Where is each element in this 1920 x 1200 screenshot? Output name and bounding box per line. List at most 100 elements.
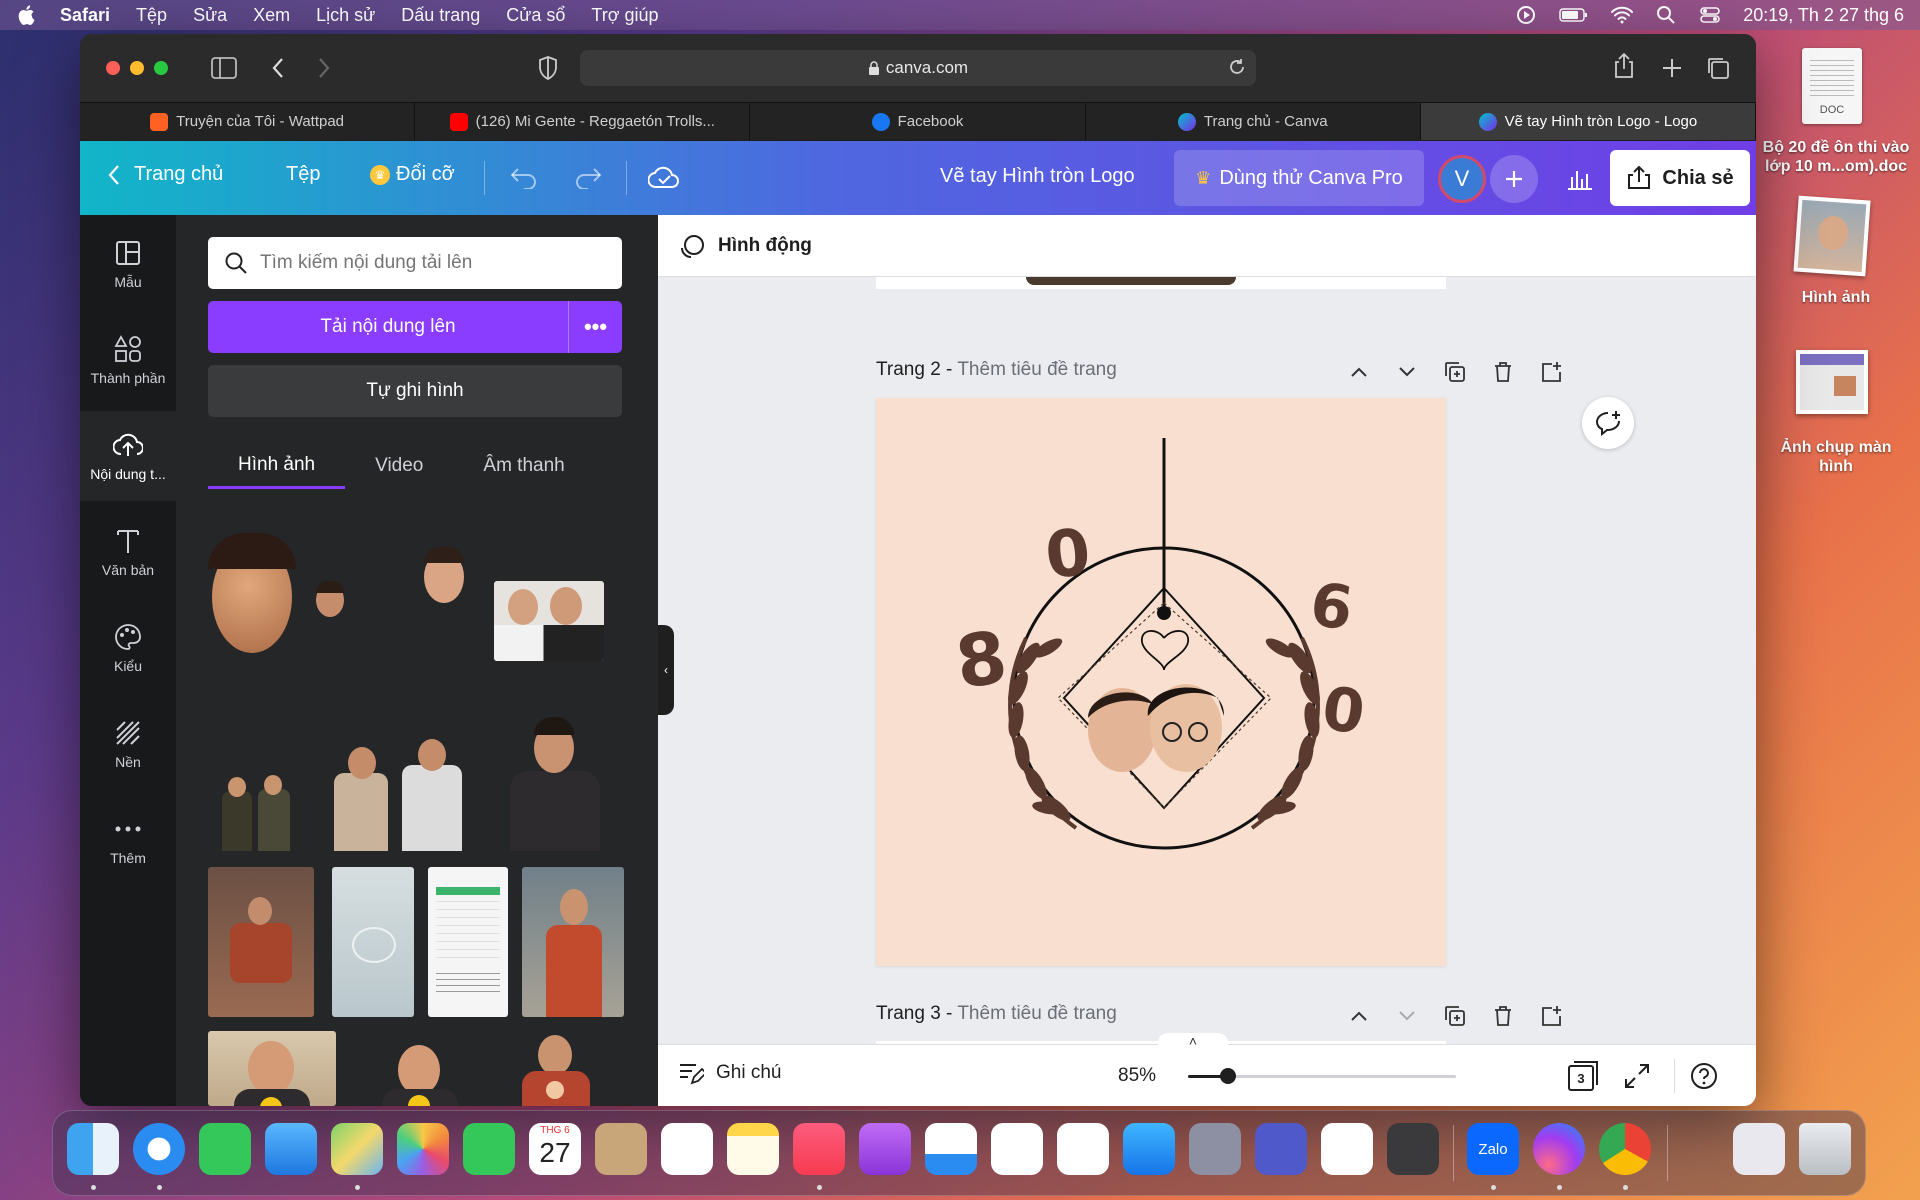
menu-window[interactable]: Cửa sổ — [506, 5, 565, 26]
tab-canva-home[interactable]: Trang chủ - Canva — [1086, 103, 1421, 140]
redo-icon[interactable] — [574, 165, 602, 194]
menu-file[interactable]: Tệp — [136, 5, 167, 26]
uploaded-image[interactable] — [522, 867, 624, 1017]
zoom-slider[interactable] — [1188, 1068, 1456, 1084]
uploaded-image[interactable] — [208, 1031, 336, 1106]
zoom-percent[interactable]: 85% — [1118, 1065, 1156, 1087]
contacts-icon[interactable] — [595, 1123, 647, 1175]
reload-icon[interactable] — [1228, 58, 1246, 76]
uploaded-image[interactable] — [516, 1031, 596, 1106]
launchpad-icon[interactable] — [1189, 1123, 1241, 1175]
mail-icon[interactable] — [265, 1123, 317, 1175]
animate-button[interactable]: Hình động — [680, 233, 812, 259]
menubar-clock[interactable]: 20:19, Th 2 27 thg 6 — [1743, 5, 1904, 26]
chrome-icon[interactable] — [1599, 1123, 1651, 1175]
duplicate-page-icon[interactable] — [1442, 359, 1468, 385]
add-collaborator-button[interactable] — [1490, 155, 1538, 203]
add-page-icon[interactable] — [1538, 359, 1564, 385]
upload-options-button[interactable]: ••• — [568, 301, 622, 353]
uploaded-image[interactable] — [360, 1043, 480, 1106]
cloud-saved-icon[interactable] — [647, 165, 680, 194]
recent-screenshot-icon[interactable] — [1733, 1123, 1785, 1175]
upload-search-box[interactable] — [208, 237, 622, 289]
help-icon[interactable] — [1690, 1062, 1718, 1096]
finder-icon[interactable] — [67, 1123, 119, 1175]
uploaded-image[interactable] — [314, 579, 346, 619]
trash-icon[interactable] — [1490, 359, 1516, 385]
try-pro-button[interactable]: ♛ Dùng thử Canva Pro — [1174, 150, 1424, 206]
design-title[interactable]: Vẽ tay Hình tròn Logo — [940, 165, 1135, 188]
trash-icon[interactable] — [1490, 1003, 1516, 1029]
page-2-canvas[interactable]: 0 8 6 0 — [876, 398, 1446, 966]
apple-icon[interactable] — [16, 4, 36, 26]
tab-wattpad[interactable]: Truyện của Tôi - Wattpad — [80, 103, 416, 140]
podcasts-icon[interactable] — [859, 1123, 911, 1175]
avatar[interactable]: V — [1438, 155, 1486, 203]
chevron-down-icon[interactable] — [1394, 1003, 1420, 1029]
battery-icon[interactable] — [1559, 5, 1589, 25]
uploaded-image[interactable] — [494, 581, 604, 661]
rail-item-uploads[interactable]: Nội dung t... — [80, 411, 176, 501]
chevron-down-icon[interactable] — [1394, 359, 1420, 385]
pages-app-icon[interactable] — [1057, 1123, 1109, 1175]
search-input[interactable] — [260, 252, 600, 274]
uploaded-image[interactable] — [208, 533, 296, 661]
rail-item-templates[interactable]: Mẫu — [80, 219, 176, 309]
notes-app-icon[interactable] — [727, 1123, 779, 1175]
add-page-icon[interactable] — [1538, 1003, 1564, 1029]
numbers-icon[interactable] — [991, 1123, 1043, 1175]
reminders-icon[interactable] — [661, 1123, 713, 1175]
play-circle-icon[interactable] — [1515, 5, 1537, 25]
chevron-up-icon[interactable] — [1346, 359, 1372, 385]
privacy-shield-icon[interactable] — [534, 54, 562, 82]
menu-app-name[interactable]: Safari — [60, 5, 110, 26]
collapse-panel-button[interactable]: ‹ — [658, 625, 674, 715]
calculator-icon[interactable] — [1387, 1123, 1439, 1175]
add-comment-button[interactable] — [1582, 397, 1634, 449]
spotlight-search-icon[interactable] — [1655, 5, 1677, 25]
tab-canva-design[interactable]: Vẽ tay Hình tròn Logo - Logo — [1420, 103, 1756, 140]
duplicate-page-icon[interactable] — [1442, 1003, 1468, 1029]
sidebar-toggle-icon[interactable] — [210, 54, 238, 82]
page-3-title[interactable]: Trang 3 - Thêm tiêu đề trang — [876, 1003, 1117, 1025]
messages-icon[interactable] — [199, 1123, 251, 1175]
app-store-icon[interactable] — [1123, 1123, 1175, 1175]
music-icon[interactable] — [793, 1123, 845, 1175]
menu-view[interactable]: Xem — [253, 5, 290, 26]
menu-bookmarks[interactable]: Dấu trang — [401, 5, 480, 26]
uploaded-image[interactable] — [332, 867, 414, 1017]
minimize-window-button[interactable] — [130, 61, 144, 75]
trash-bin-icon[interactable] — [1799, 1123, 1851, 1175]
photos-icon[interactable] — [397, 1123, 449, 1175]
rail-item-background[interactable]: Nền — [80, 699, 176, 789]
address-bar[interactable]: canva.com — [580, 50, 1256, 86]
keynote-icon[interactable] — [925, 1123, 977, 1175]
wps-office-icon[interactable] — [1321, 1123, 1373, 1175]
tab-audio[interactable]: Âm thanh — [453, 443, 594, 489]
tab-facebook[interactable]: Facebook — [750, 103, 1086, 140]
share-button[interactable]: Chia sẻ — [1610, 150, 1750, 206]
uploaded-image[interactable] — [322, 725, 474, 851]
menu-history[interactable]: Lịch sử — [316, 5, 375, 26]
record-yourself-button[interactable]: Tự ghi hình — [208, 365, 622, 417]
file-menu-button[interactable]: Tệp — [286, 163, 320, 186]
zalo-icon[interactable]: Zalo — [1467, 1123, 1519, 1175]
menu-help[interactable]: Trợ giúp — [591, 5, 658, 26]
uploaded-image[interactable] — [428, 867, 508, 1017]
rail-item-elements[interactable]: Thành phần — [80, 315, 176, 405]
new-tab-icon[interactable] — [1658, 54, 1686, 82]
zoom-window-button[interactable] — [154, 61, 168, 75]
tab-youtube[interactable]: (126) Mi Gente - Reggaetón Trolls... — [415, 103, 751, 140]
share-page-icon[interactable] — [1610, 52, 1638, 80]
tab-overview-icon[interactable] — [1704, 54, 1732, 82]
chevron-up-icon[interactable] — [1346, 1003, 1372, 1029]
back-icon[interactable] — [264, 54, 292, 82]
teams-icon[interactable] — [1255, 1123, 1307, 1175]
close-window-button[interactable] — [106, 61, 120, 75]
maps-icon[interactable] — [331, 1123, 383, 1175]
page-2-title[interactable]: Trang 2 - Thêm tiêu đề trang — [876, 359, 1117, 381]
uploaded-image[interactable] — [422, 545, 466, 605]
rail-item-more[interactable]: Thêm — [80, 795, 176, 885]
notes-button[interactable]: Ghi chú — [678, 1061, 781, 1085]
page-count-button[interactable]: 3 — [1568, 1061, 1598, 1091]
